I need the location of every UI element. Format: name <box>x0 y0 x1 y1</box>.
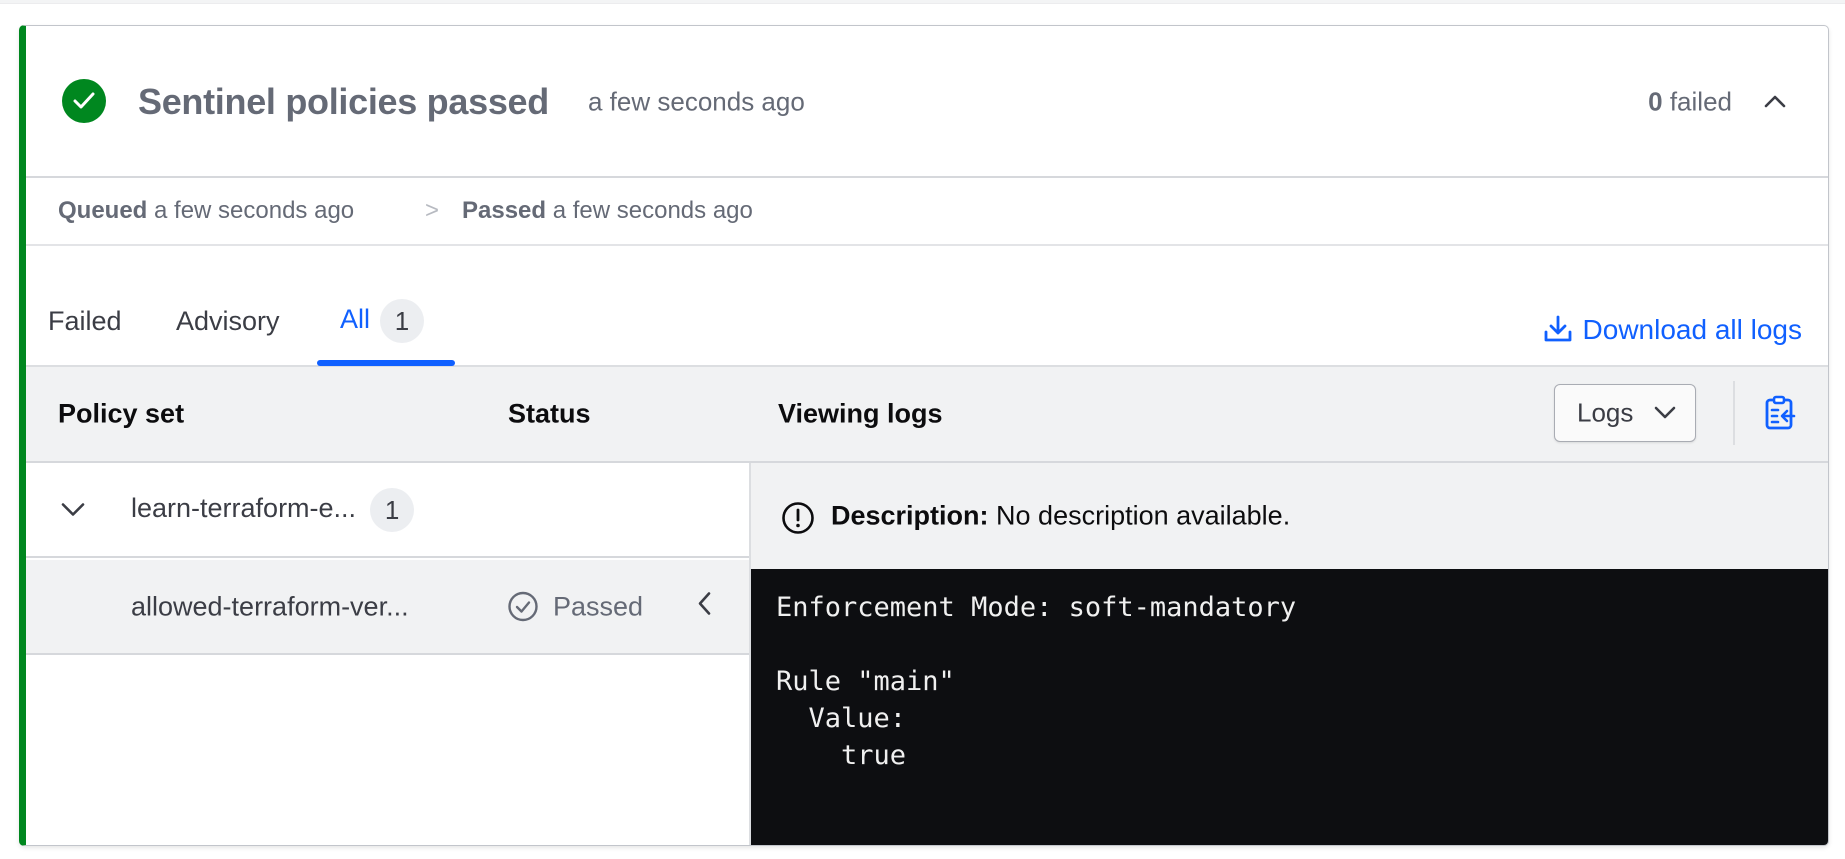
timeline-step-label: Passed <box>462 197 547 224</box>
status-timeline: Queued a few seconds ago > Passed a few … <box>26 178 1828 246</box>
description-bar: Description: No description available. <box>751 463 1828 569</box>
description-text: Description: No description available. <box>831 501 1290 532</box>
policy-set-row[interactable]: learn-terraform-e... 1 <box>26 463 749 558</box>
tab-all[interactable]: All 1 <box>340 299 425 357</box>
failed-count: 0 <box>1648 86 1663 117</box>
active-tab-indicator <box>317 360 455 366</box>
timeline-separator: > <box>425 197 440 224</box>
failed-summary: 0 failed <box>1648 87 1732 118</box>
log-output-text: Enforcement Mode: soft-mandatory Rule "m… <box>776 592 1297 771</box>
tab-failed[interactable]: Failed <box>48 306 122 357</box>
policy-check-card: Sentinel policies passed a few seconds a… <box>19 25 1829 846</box>
log-output-terminal[interactable]: Enforcement Mode: soft-mandatory Rule "m… <box>751 569 1828 845</box>
chevron-left-icon[interactable] <box>696 590 714 625</box>
card-header[interactable]: Sentinel policies passed a few seconds a… <box>26 26 1828 178</box>
timeline-step-label: Queued <box>58 197 148 224</box>
tab-bar: Failed Advisory All 1 Download all logs <box>26 246 1828 367</box>
card-title: Sentinel policies passed <box>138 81 549 122</box>
top-divider <box>0 0 1845 4</box>
tab-all-label: All <box>340 304 371 335</box>
policy-name: allowed-terraform-ver... <box>131 591 409 622</box>
policy-row[interactable]: allowed-terraform-ver... Passed <box>26 560 749 655</box>
chevron-down-icon[interactable] <box>60 495 86 526</box>
timeline-step-queued: Queued a few seconds ago <box>58 197 354 225</box>
table-header: Policy set Status Viewing logs Logs <box>26 367 1828 463</box>
tab-all-count: 1 <box>380 299 425 343</box>
timeline-step-passed: Passed a few seconds ago <box>462 197 753 225</box>
policy-set-name-text: learn-terraform-e... <box>131 493 357 524</box>
chevron-down-icon <box>1654 406 1676 419</box>
alert-circle-icon <box>782 502 814 534</box>
viewing-logs-heading: Viewing logs <box>778 398 943 429</box>
download-icon <box>1544 315 1571 342</box>
header-divider <box>1733 381 1735 445</box>
column-header-status: Status <box>508 398 591 429</box>
download-all-logs-label: Download all logs <box>1582 314 1802 345</box>
column-header-policy-set: Policy set <box>58 398 185 429</box>
chevron-up-icon[interactable] <box>1758 84 1792 118</box>
check-circle-outline-icon <box>508 591 538 622</box>
timeline-step-time: a few seconds ago <box>147 197 355 224</box>
policy-status: Passed <box>507 592 643 623</box>
log-view-select[interactable]: Logs <box>1554 384 1696 442</box>
timeline-step-time: a few seconds ago <box>546 197 753 224</box>
log-details-panel: Description: No description available. E… <box>749 463 1828 845</box>
description-label: Description: <box>831 500 989 531</box>
policy-count-badge: 1 <box>370 488 415 532</box>
header-timestamp: a few seconds ago <box>588 86 805 117</box>
description-value: No description available. <box>988 500 1291 531</box>
tab-advisory[interactable]: Advisory <box>176 306 280 357</box>
check-circle-filled-icon <box>62 79 106 123</box>
download-all-logs-link[interactable]: Download all logs <box>1543 314 1802 346</box>
policy-status-label: Passed <box>553 591 644 622</box>
log-view-select-value: Logs <box>1577 397 1634 428</box>
clipboard-copy-icon[interactable] <box>1764 395 1796 436</box>
policy-set-name: learn-terraform-e... 1 <box>131 488 415 532</box>
failed-label: failed <box>1662 86 1732 117</box>
